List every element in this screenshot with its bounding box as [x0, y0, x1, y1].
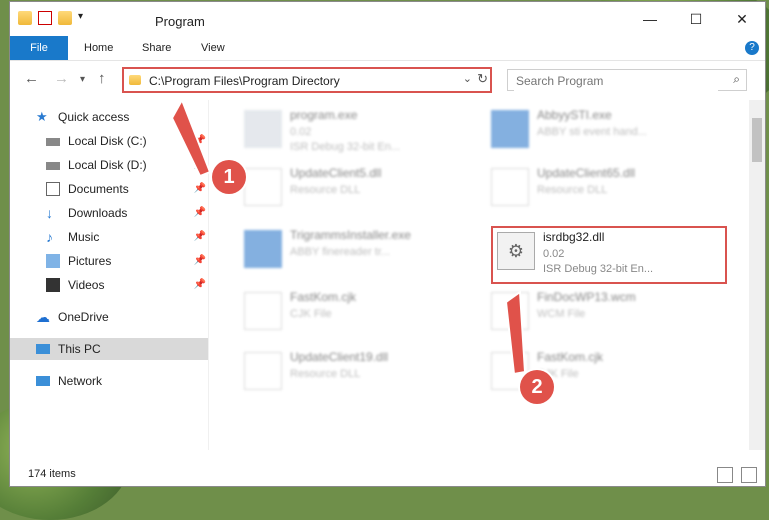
pin-icon[interactable]: 📌 — [194, 202, 206, 224]
pin-icon[interactable]: 📌 — [194, 154, 206, 176]
pin-icon[interactable]: 📌 — [194, 178, 206, 200]
nav-downloads[interactable]: ↓ Downloads 📌 — [10, 202, 208, 224]
computer-icon — [36, 344, 50, 354]
up-icon[interactable]: ↑ — [98, 70, 106, 87]
view-toggles — [717, 467, 757, 483]
navigation-pane: ★ Quick access Local Disk (C:) 📌 Local D… — [10, 100, 209, 450]
pin-icon[interactable]: 📌 — [194, 130, 206, 152]
help-icon[interactable]: ? — [745, 41, 759, 55]
item-count: 174 items — [28, 468, 76, 480]
nav-music[interactable]: ♪ Music 📌 — [10, 226, 208, 248]
nav-pictures[interactable]: Pictures 📌 — [10, 250, 208, 272]
details-view-icon[interactable] — [717, 467, 733, 483]
exe-icon — [244, 230, 282, 268]
nav-onedrive[interactable]: ☁ OneDrive — [10, 306, 208, 328]
forward-icon[interactable]: → — [54, 70, 69, 87]
dll-icon — [244, 352, 282, 390]
quick-access-toolbar: ▾ — [18, 11, 92, 25]
file-list: program.exe 0.02 ISR Debug 32-bit En... … — [210, 100, 745, 450]
address-path: C:\Program Files\Program Directory — [149, 74, 340, 88]
file-tile[interactable]: UpdateClient19.dll Resource DLL — [238, 346, 478, 398]
pin-icon[interactable]: 📌 — [194, 250, 206, 272]
close-button[interactable]: ✕ — [719, 2, 765, 36]
nav-network[interactable]: Network — [10, 370, 208, 392]
step-badge-1: 1 — [212, 160, 246, 194]
tab-file[interactable]: File — [10, 36, 68, 60]
explorer-window: ▾ Program — ☐ ✕ File Home Share View ? ←… — [10, 2, 765, 486]
folder-icon[interactable] — [18, 11, 32, 25]
dll-icon — [491, 168, 529, 206]
dll-icon — [244, 168, 282, 206]
file-tile[interactable]: TrigrammsInstaller.exe ABBY finereader t… — [238, 224, 478, 276]
exe-icon — [491, 110, 529, 148]
pictures-icon — [46, 254, 60, 268]
back-icon[interactable]: ← — [24, 70, 39, 87]
nav-local-disk-d[interactable]: Local Disk (D:) 📌 — [10, 154, 208, 176]
nav-videos[interactable]: Videos 📌 — [10, 274, 208, 296]
file-tile-isrdbg32[interactable]: ⚙ isrdbg32.dll 0.02 ISR Debug 32-bit En.… — [491, 226, 727, 284]
properties-icon[interactable] — [38, 11, 52, 25]
file-tile[interactable]: FastKom.cjk CJK File — [238, 286, 478, 338]
file-tile[interactable]: FinDocWP13.wcm WCM File — [485, 286, 725, 338]
vertical-scrollbar[interactable] — [749, 100, 765, 450]
documents-icon — [46, 182, 60, 196]
window-title: Program — [155, 14, 205, 29]
star-icon: ★ — [36, 109, 48, 124]
recent-locations-icon[interactable]: ▾ — [80, 74, 85, 85]
music-icon: ♪ — [46, 229, 53, 245]
file-icon — [491, 292, 529, 330]
file-tile[interactable]: UpdateClient5.dll Resource DLL — [238, 162, 478, 214]
navigation-bar: ← → ▾ ↑ C:\Program Files\Program Directo… — [10, 62, 765, 98]
drive-icon — [46, 138, 60, 146]
large-icons-view-icon[interactable] — [741, 467, 757, 483]
title-bar: ▾ Program — ☐ ✕ — [10, 2, 765, 36]
address-bar[interactable]: C:\Program Files\Program Directory ⌄ ↻ — [122, 67, 492, 93]
customize-icon[interactable]: ▾ — [78, 11, 92, 25]
chevron-down-icon[interactable]: ⌄ — [463, 72, 472, 85]
download-icon: ↓ — [46, 205, 53, 221]
gear-document-icon: ⚙ — [497, 232, 535, 270]
minimize-button[interactable]: — — [627, 2, 673, 36]
ribbon-tabs: File Home Share View ? — [10, 36, 765, 61]
folder-icon — [129, 75, 141, 85]
network-icon — [36, 376, 50, 386]
drive-icon — [46, 162, 60, 170]
pin-icon[interactable]: 📌 — [194, 274, 206, 296]
search-box[interactable]: ⌕ — [507, 69, 747, 92]
tab-view[interactable]: View — [201, 36, 225, 60]
nav-this-pc[interactable]: This PC — [10, 338, 208, 360]
window-controls: — ☐ ✕ — [627, 2, 765, 36]
status-bar: 174 items — [10, 462, 765, 486]
nav-documents[interactable]: Documents 📌 — [10, 178, 208, 200]
search-input[interactable] — [514, 70, 718, 92]
refresh-icon[interactable]: ↻ — [477, 71, 488, 87]
nav-quick-access[interactable]: ★ Quick access — [10, 106, 208, 128]
tab-share[interactable]: Share — [142, 36, 171, 60]
cloud-icon: ☁ — [36, 309, 50, 325]
step-badge-2: 2 — [520, 370, 554, 404]
new-folder-icon[interactable] — [58, 11, 72, 25]
file-icon — [244, 292, 282, 330]
scrollbar-thumb[interactable] — [752, 118, 762, 162]
file-tile[interactable]: program.exe 0.02 ISR Debug 32-bit En... — [238, 104, 478, 156]
nav-local-disk-c[interactable]: Local Disk (C:) 📌 — [10, 130, 208, 152]
pin-icon[interactable]: 📌 — [194, 226, 206, 248]
videos-icon — [46, 278, 60, 292]
search-icon: ⌕ — [733, 72, 740, 86]
file-tile[interactable]: AbbyySTI.exe ABBY sti event hand... — [485, 104, 725, 156]
exe-icon — [244, 110, 282, 148]
maximize-button[interactable]: ☐ — [673, 2, 719, 36]
tab-home[interactable]: Home — [84, 36, 113, 60]
file-tile[interactable]: UpdateClient65.dll Resource DLL — [485, 162, 725, 214]
